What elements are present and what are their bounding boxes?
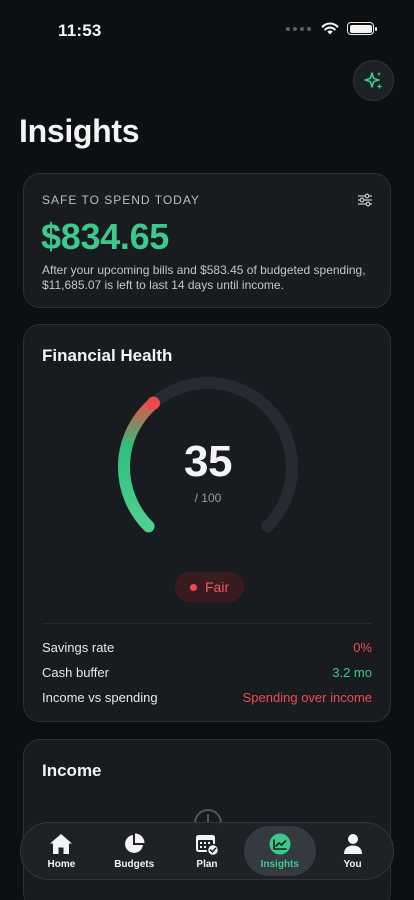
tab-label: Insights: [260, 859, 299, 870]
tab-label: Home: [47, 859, 76, 870]
divider: [42, 623, 372, 624]
metric-value: Spending over income: [242, 690, 372, 705]
metric-label: Savings rate: [42, 640, 115, 655]
tab-label: Budgets: [114, 859, 155, 870]
status-bar: 11:53: [0, 0, 414, 56]
status-icons: [286, 22, 377, 35]
sliders-icon[interactable]: [357, 193, 373, 207]
wifi-icon: [321, 22, 339, 35]
financial-health-card[interactable]: Financial Health 35 / 100 Fair Savings r…: [23, 324, 391, 722]
status-dot-icon: [190, 583, 197, 591]
tab-bar: Home Budgets Plan Insights You: [20, 822, 394, 880]
safe-to-spend-card[interactable]: SAFE TO SPEND TODAY $834.65 After your u…: [23, 173, 391, 308]
health-score-value: 35: [184, 437, 232, 486]
safe-to-spend-label: SAFE TO SPEND TODAY: [42, 193, 200, 207]
metric-value: 0%: [353, 640, 372, 655]
metric-label: Income vs spending: [42, 690, 158, 705]
safe-to-spend-amount: $834.65: [41, 216, 170, 257]
tab-label: You: [343, 859, 362, 870]
person-icon: [341, 832, 365, 856]
metric-row-income-vs-spending: Income vs spending Spending over income: [42, 690, 372, 708]
trend-chart-icon: [268, 832, 292, 856]
tab-home[interactable]: Home: [25, 826, 97, 876]
sparkle-icon: [363, 71, 382, 89]
signal-icon: [286, 26, 311, 31]
battery-icon: [347, 22, 377, 35]
metric-row-savings-rate: Savings rate 0%: [42, 640, 372, 658]
income-title: Income: [42, 761, 102, 780]
tab-label: Plan: [196, 859, 218, 870]
tab-budgets[interactable]: Budgets: [98, 826, 170, 876]
metric-label: Cash buffer: [42, 665, 109, 680]
page-title: Insights: [19, 113, 140, 149]
tab-plan[interactable]: Plan: [171, 826, 243, 876]
financial-health-title: Financial Health: [42, 346, 173, 365]
tab-you[interactable]: You: [317, 826, 389, 876]
health-status-label: Fair: [205, 579, 230, 595]
assistant-button[interactable]: [353, 60, 394, 101]
gauge-marker: [146, 396, 160, 410]
home-icon: [49, 832, 73, 856]
metric-row-cash-buffer: Cash buffer 3.2 mo: [42, 665, 372, 683]
status-time: 11:53: [58, 21, 102, 40]
health-status-badge: Fair: [175, 572, 245, 602]
health-score-max: / 100: [194, 491, 222, 505]
safe-to-spend-description: After your upcoming bills and $583.45 of…: [42, 263, 366, 292]
tab-insights[interactable]: Insights: [243, 826, 316, 876]
metric-value: 3.2 mo: [332, 665, 372, 680]
calendar-check-icon: [195, 832, 219, 856]
pie-chart-icon: [122, 832, 146, 856]
